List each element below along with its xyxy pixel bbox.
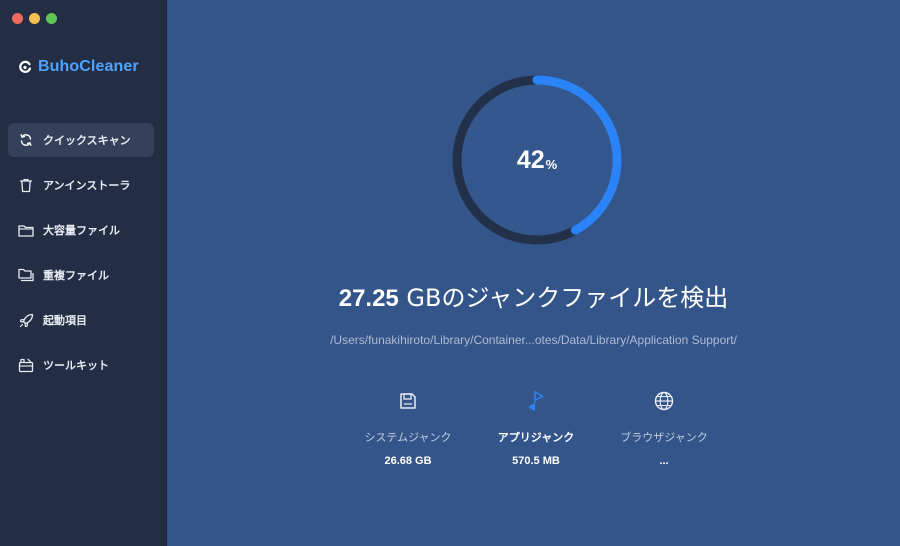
- brand: BuhoCleaner: [18, 58, 139, 76]
- sidebar-item-toolkit[interactable]: ツールキット: [8, 348, 154, 382]
- sidebar-item-startup[interactable]: 起動項目: [8, 303, 154, 337]
- trash-icon: [18, 177, 34, 193]
- sidebar-nav: クイックスキャン アンインストーラ 大容量ファイル 重複ファイル 起動項目 ツー…: [8, 123, 154, 393]
- window-controls: [12, 13, 57, 24]
- sidebar-item-label: 起動項目: [43, 314, 87, 327]
- scan-progress-ring: 42 %: [449, 72, 625, 248]
- category-value: ...: [659, 455, 669, 467]
- junk-categories: システムジャンク 26.68 GB アプリジャンク 570.5 MB ブラウザジ…: [167, 388, 900, 478]
- rocket-icon: [18, 312, 34, 328]
- category-value: 26.68 GB: [384, 455, 432, 467]
- sidebar-item-label: 大容量ファイル: [43, 224, 120, 237]
- app-window: BuhoCleaner クイックスキャン アンインストーラ 大容量ファイル 重複…: [0, 0, 900, 546]
- app-name: BuhoCleaner: [38, 58, 139, 75]
- duplicate-folder-icon: [18, 267, 34, 283]
- zoom-window-button[interactable]: [46, 13, 57, 24]
- sidebar-item-label: クイックスキャン: [43, 134, 131, 147]
- sidebar-item-duplicates[interactable]: 重複ファイル: [8, 258, 154, 292]
- sidebar-item-label: アンインストーラ: [43, 179, 131, 192]
- disk-icon: [343, 388, 473, 414]
- progress-value: 42: [516, 145, 545, 174]
- category-value: 570.5 MB: [512, 455, 560, 467]
- category-browser-junk: ブラウザジャンク ...: [599, 388, 729, 467]
- refresh-icon: [18, 132, 34, 148]
- category-app-junk: アプリジャンク 570.5 MB: [471, 388, 601, 467]
- category-label: アプリジャンク: [497, 431, 575, 444]
- main-panel: 42 % 27.25 GBのジャンクファイルを検出 /Users/funakih…: [167, 0, 900, 546]
- sidebar-item-quick-scan[interactable]: クイックスキャン: [8, 123, 154, 157]
- sidebar-item-label: ツールキット: [43, 359, 109, 372]
- current-scan-path: /Users/funakihiroto/Library/Container...…: [330, 333, 737, 347]
- junk-size-text: GBのジャンクファイルを検出: [398, 284, 729, 312]
- junk-size-value: 27.25: [338, 285, 399, 312]
- minimize-window-button[interactable]: [29, 13, 40, 24]
- sidebar-item-label: 重複ファイル: [43, 269, 109, 282]
- close-window-button[interactable]: [12, 13, 23, 24]
- app-flag-icon: [471, 388, 601, 414]
- category-system-junk: システムジャンク 26.68 GB: [343, 388, 473, 467]
- buho-logo-icon: [19, 60, 32, 73]
- globe-icon: [599, 388, 729, 414]
- category-label: システムジャンク: [364, 431, 452, 444]
- progress-percent: 42 %: [449, 72, 625, 248]
- folder-icon: [18, 222, 34, 238]
- sidebar-item-large-files[interactable]: 大容量ファイル: [8, 213, 154, 247]
- category-label: ブラウザジャンク: [620, 431, 708, 444]
- sidebar: BuhoCleaner クイックスキャン アンインストーラ 大容量ファイル 重複…: [0, 0, 167, 546]
- progress-unit: %: [545, 156, 558, 172]
- toolbox-icon: [18, 357, 34, 373]
- sidebar-item-uninstaller[interactable]: アンインストーラ: [8, 168, 154, 202]
- junk-found-headline: 27.25 GBのジャンクファイルを検出: [167, 278, 900, 313]
